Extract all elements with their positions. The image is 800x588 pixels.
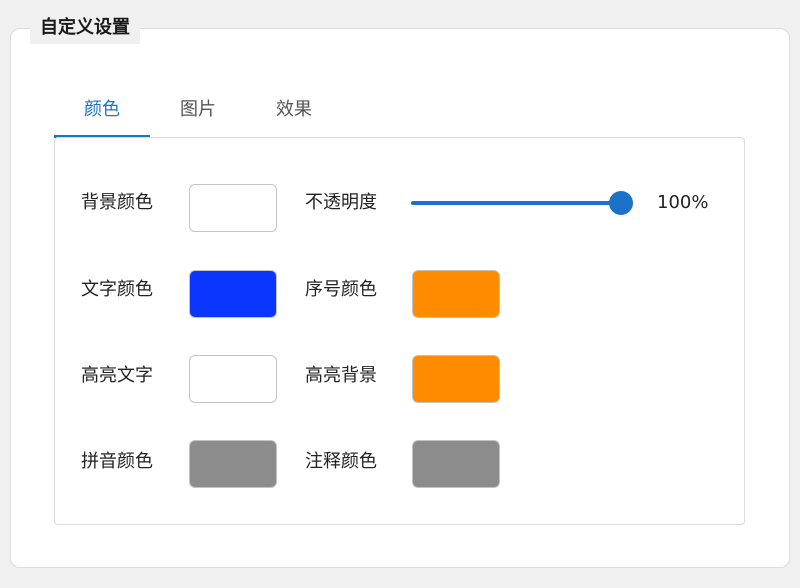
pinyin-color-swatch[interactable] bbox=[189, 440, 277, 488]
pinyin-color-label: 拼音颜色 bbox=[81, 451, 153, 472]
comment-color-swatch[interactable] bbox=[412, 440, 500, 488]
text-color-swatch[interactable] bbox=[189, 270, 277, 318]
background-color-swatch[interactable] bbox=[189, 184, 277, 232]
highlight-text-label: 高亮文字 bbox=[81, 365, 153, 386]
comment-color-label: 注释颜色 bbox=[305, 451, 377, 472]
tab-image[interactable]: 图片 bbox=[150, 90, 246, 138]
opacity-value: 100% bbox=[657, 192, 709, 213]
tab-color[interactable]: 颜色 bbox=[54, 90, 150, 138]
opacity-slider-thumb[interactable] bbox=[609, 191, 633, 215]
highlight-background-swatch[interactable] bbox=[412, 355, 500, 403]
index-color-label: 序号颜色 bbox=[305, 279, 377, 300]
group-title: 自定义设置 bbox=[30, 12, 140, 44]
text-color-label: 文字颜色 bbox=[81, 279, 153, 300]
color-settings-panel: 背景颜色 不透明度 100% 文字颜色 序号颜色 高亮文字 高亮背景 拼音颜色 … bbox=[54, 137, 745, 525]
background-color-label: 背景颜色 bbox=[81, 192, 153, 213]
tab-bar: 颜色 图片 效果 bbox=[54, 90, 342, 138]
opacity-slider-track[interactable] bbox=[411, 201, 623, 205]
tab-effect[interactable]: 效果 bbox=[246, 90, 342, 138]
index-color-swatch[interactable] bbox=[412, 270, 500, 318]
opacity-label: 不透明度 bbox=[305, 192, 377, 213]
highlight-background-label: 高亮背景 bbox=[305, 365, 377, 386]
highlight-text-swatch[interactable] bbox=[189, 355, 277, 403]
